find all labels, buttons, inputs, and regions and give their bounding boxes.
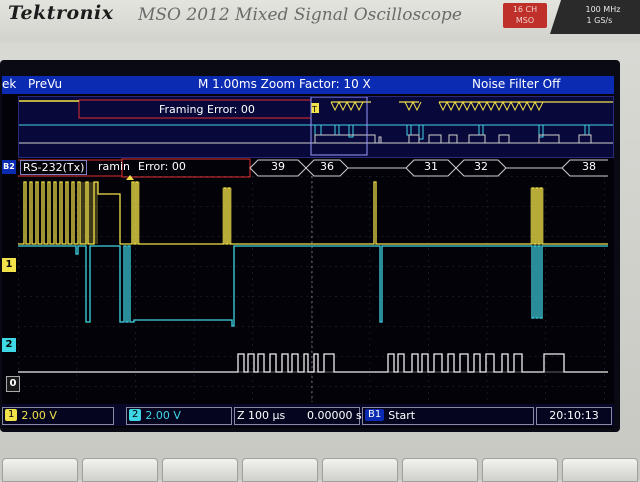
bus-framing-partial: ramin (98, 160, 131, 173)
bus-value-31[interactable]: 31 (414, 160, 448, 173)
ch1-burst-fill (80, 182, 98, 244)
horizontal-position: 0.00000 s (307, 409, 362, 422)
softkey-3[interactable] (162, 458, 238, 482)
tek-logo-partial: ek (2, 77, 17, 91)
bus-value-32[interactable]: 32 (464, 160, 498, 173)
badge-samplerate: 1 GS/s (586, 16, 613, 25)
trigger-bus-tag: B1 (365, 409, 385, 421)
acquisition-mode: PreVu (28, 77, 63, 91)
brand-logo: Tektronix (8, 2, 114, 24)
bus-value-36[interactable]: 36 (312, 160, 342, 173)
badge-bandwidth: 100 MHz (585, 5, 621, 14)
ch1-ground-marker[interactable]: 1 (2, 258, 16, 272)
bottom-status-bar: 1 2.00 V 2 2.00 V Z 100 µs 0.00000 s B1 Sta… (2, 404, 614, 426)
bus-value-39[interactable]: 39 (258, 160, 298, 173)
clock-readout: 20:10:13 (536, 407, 612, 425)
overview-trigger-marker: T (311, 105, 317, 114)
scope-screen: ek PreVu M 1.00ms Zoom Factor: 10 X Nois… (2, 76, 614, 428)
ch2-scale: 2.00 V (145, 409, 181, 422)
ch1-tag: 1 (5, 409, 18, 421)
model-name: MSO 2012 Mixed Signal Oscilloscope (138, 5, 462, 25)
badge-channels-line2: MSO (515, 16, 535, 25)
spec-badge: 100 MHz 1 GS/s (550, 0, 640, 34)
timebase-scale: Z 100 µs (237, 409, 286, 422)
ch1-burst-fill-2 (132, 182, 140, 244)
ch2-ground-marker[interactable]: 2 (2, 338, 16, 352)
badge-channels-line1: 16 CH (512, 5, 538, 14)
softkey-4[interactable] (242, 458, 318, 482)
overview-d0-pulses (314, 134, 592, 143)
zoom-overview-window: Framing Error: 00 T (18, 96, 614, 158)
graticule (18, 176, 608, 402)
top-status-bar: ek PreVu M 1.00ms Zoom Factor: 10 X Nois… (2, 76, 614, 94)
noise-filter-status: Noise Filter Off (472, 77, 561, 91)
d0-ground-marker[interactable]: 0 (6, 376, 20, 392)
ch2-tag: 2 (129, 409, 142, 421)
ch2-scale-readout[interactable]: 2 2.00 V (126, 407, 232, 425)
trigger-mode: Start (388, 409, 416, 422)
ch1-scale: 2.00 V (21, 409, 57, 422)
zoom-readout: M 1.00ms Zoom Factor: 10 X (198, 77, 371, 91)
channel-badge: 16 CH MSO (503, 3, 547, 28)
softkey-6[interactable] (402, 458, 478, 482)
softkey-8[interactable] (562, 458, 638, 482)
trigger-readout[interactable]: B1 Start (362, 407, 534, 425)
ch1-burst-fill-3 (222, 188, 232, 244)
waveform-display (18, 158, 608, 402)
overview-ch2-pulses (314, 125, 590, 140)
softkey-1[interactable] (2, 458, 78, 482)
bus-marker[interactable]: B2 (2, 160, 16, 174)
overview-traces: Framing Error: 00 T (19, 96, 613, 156)
softkey-row (0, 440, 640, 482)
bus-framing-rest: Error: 00 (138, 160, 186, 173)
overview-framing-label: Framing Error: 00 (159, 103, 255, 116)
instrument-bezel: Tektronix MSO 2012 Mixed Signal Oscillos… (0, 0, 640, 42)
overview-bus-diamonds (330, 100, 544, 112)
ch1-burst-fill-4 (530, 188, 544, 244)
bus-value-38[interactable]: 38 (576, 160, 602, 173)
bus-source-label: RS-232(Tx) (20, 160, 88, 175)
softkey-7[interactable] (482, 458, 558, 482)
ch1-scale-readout[interactable]: 1 2.00 V (2, 407, 114, 425)
softkey-2[interactable] (82, 458, 158, 482)
softkey-5[interactable] (322, 458, 398, 482)
timebase-readout[interactable]: Z 100 µs 0.00000 s (234, 407, 362, 425)
